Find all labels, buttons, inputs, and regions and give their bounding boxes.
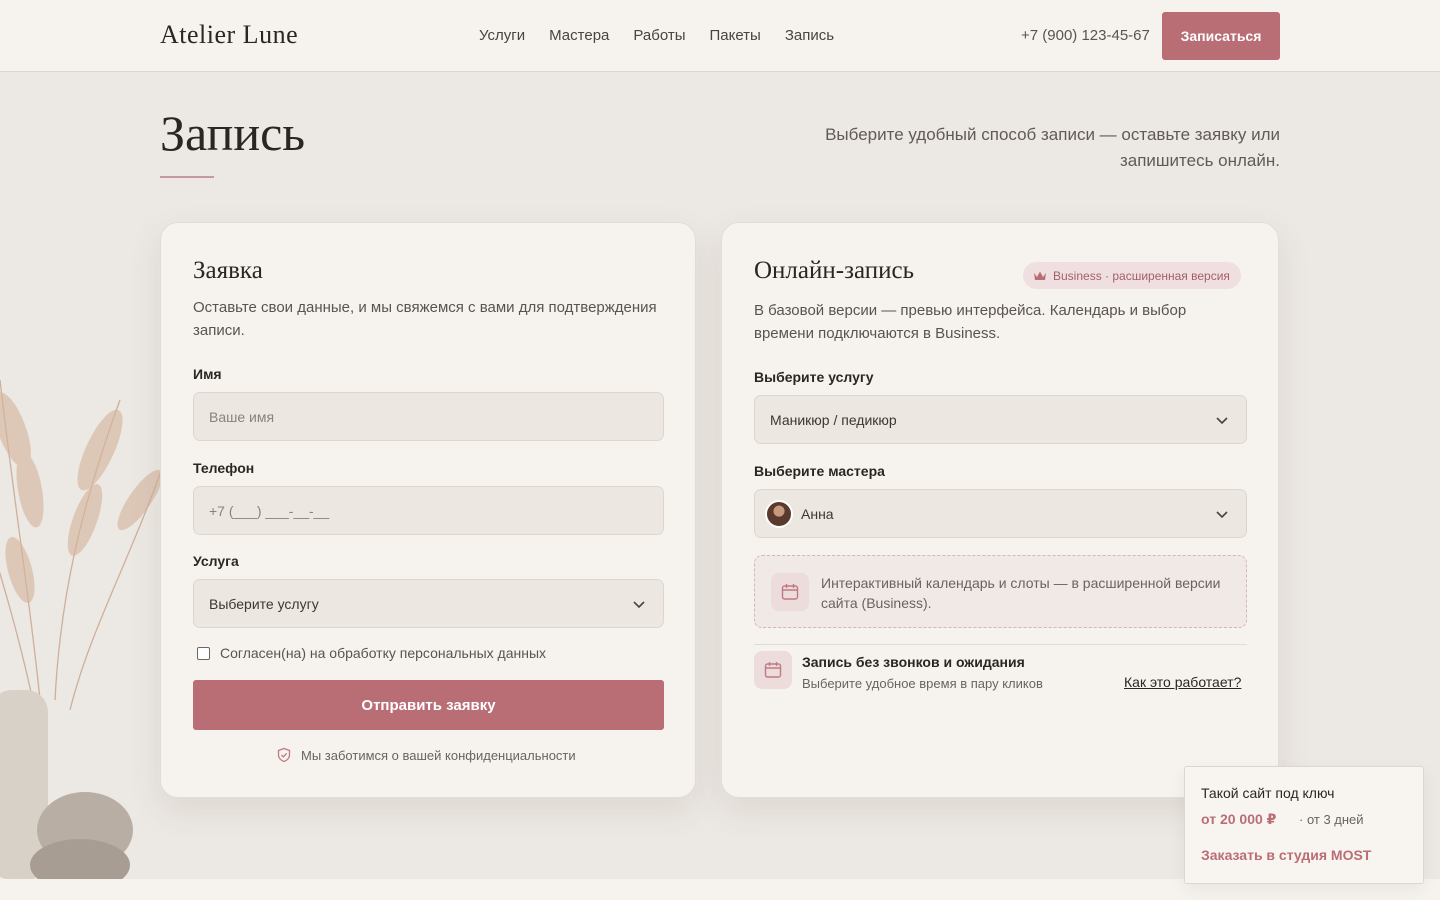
logo[interactable]: Atelier Lune xyxy=(160,20,298,50)
nav-item-packages[interactable]: Пакеты xyxy=(709,27,760,44)
main-nav: Услуги Мастера Работы Пакеты Запись xyxy=(479,27,834,44)
calendar-icon xyxy=(764,662,782,678)
phone-number[interactable]: +7 (900) 123-45-67 xyxy=(1021,27,1150,44)
phone-placeholder: +7 (___) ___-__-__ xyxy=(209,502,330,519)
master-select[interactable]: Анна xyxy=(754,489,1247,538)
nav-item-services[interactable]: Услуги xyxy=(479,27,525,44)
online-service-label: Выберите услугу xyxy=(754,369,874,385)
online-service-select[interactable]: Маникюр / педикюр xyxy=(754,395,1247,444)
master-avatar xyxy=(765,499,793,528)
submit-request-button[interactable]: Отправить заявку xyxy=(193,680,664,730)
info-subtitle: Выберите удобное время в пару кликов xyxy=(802,676,1043,691)
service-select[interactable]: Выберите услугу xyxy=(193,579,664,628)
promo-term: · от 3 дней xyxy=(1299,812,1364,827)
service-select-value: Выберите услугу xyxy=(209,595,319,612)
phone-label: Телефон xyxy=(193,460,255,476)
crown-icon xyxy=(1034,271,1046,280)
chevron-down-icon xyxy=(1216,511,1228,519)
info-icon-wrap xyxy=(754,651,792,689)
calendar-icon-wrap xyxy=(771,573,809,611)
business-badge: Business · расширенная версия xyxy=(1023,262,1241,289)
privacy-note: Мы заботимся о вашей конфиденциальности xyxy=(276,747,576,763)
business-badge-text: Business · расширенная версия xyxy=(1053,268,1230,283)
shield-icon xyxy=(277,747,291,763)
privacy-text: Мы заботимся о вашей конфиденциальности xyxy=(301,747,576,763)
name-label: Имя xyxy=(193,366,222,382)
request-description: Оставьте свои данные, и мы свяжемся с ва… xyxy=(193,299,657,339)
promo-widget: Такой сайт под ключ от 20 000 ₽ · от 3 д… xyxy=(1184,766,1424,884)
nav-item-booking[interactable]: Запись xyxy=(785,27,834,44)
nav-item-masters[interactable]: Мастера xyxy=(549,27,609,44)
online-service-value: Маникюр / педикюр xyxy=(770,411,897,428)
promo-price: от 20 000 ₽ xyxy=(1201,811,1277,827)
calendar-icon xyxy=(781,584,799,600)
chevron-down-icon xyxy=(1216,417,1228,425)
phone-input[interactable]: +7 (___) ___-__-__ xyxy=(193,486,664,535)
chevron-down-icon xyxy=(633,601,645,609)
divider xyxy=(754,644,1247,645)
page-title: Запись xyxy=(160,105,306,161)
calendar-placeholder: Интерактивный календарь и слоты — в расш… xyxy=(754,555,1247,628)
book-button[interactable]: Записаться xyxy=(1162,12,1280,60)
consent-checkbox[interactable] xyxy=(197,646,210,660)
name-placeholder: Ваше имя xyxy=(209,408,275,425)
name-input[interactable]: Ваше имя xyxy=(193,392,664,441)
site-header: Atelier Lune Услуги Мастера Работы Пакет… xyxy=(0,0,1440,72)
master-select-value: Анна xyxy=(801,505,834,522)
online-booking-description: В базовой версии — превью интерфейса. Ка… xyxy=(754,302,1187,342)
promo-order-link[interactable]: Заказать в студия MOST xyxy=(1201,847,1371,863)
consent-row: Согласен(на) на обработку персональных д… xyxy=(197,645,546,661)
calendar-note: Интерактивный календарь и слоты — в расш… xyxy=(821,575,1221,611)
online-booking-title: Онлайн-запись xyxy=(754,257,914,284)
nav-item-works[interactable]: Работы xyxy=(633,27,685,44)
master-label: Выберите мастера xyxy=(754,463,885,479)
promo-title: Такой сайт под ключ xyxy=(1201,785,1335,801)
service-label: Услуга xyxy=(193,553,239,569)
page-subtitle: Выберите удобный способ записи — оставьт… xyxy=(825,125,1280,170)
title-underline xyxy=(160,176,214,178)
how-it-works-link[interactable]: Как это работает? xyxy=(1124,674,1241,690)
info-title: Запись без звонков и ожидания xyxy=(802,654,1025,670)
consent-label[interactable]: Согласен(на) на обработку персональных д… xyxy=(220,645,546,661)
request-title: Заявка xyxy=(193,257,263,284)
